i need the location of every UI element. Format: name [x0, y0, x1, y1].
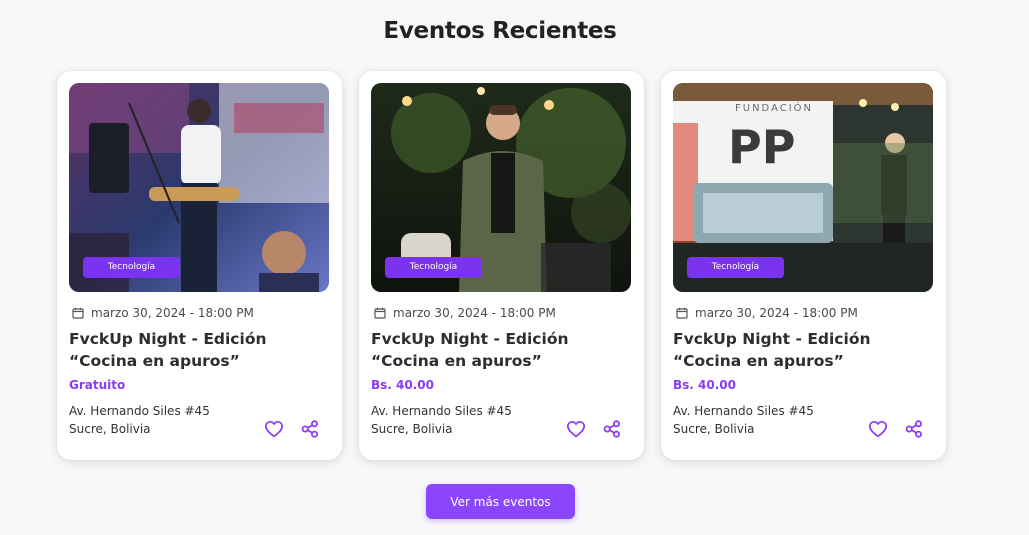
event-date: marzo 30, 2024 - 18:00 PM — [374, 306, 556, 320]
calendar-icon — [72, 307, 84, 319]
share-icon — [905, 420, 922, 438]
event-card[interactable]: Tecnología marzo 30, 2024 - 18:00 PM Fvc… — [57, 71, 342, 460]
event-card[interactable]: FUNDACIÓN PP Tecnología marzo 30, 2024 -… — [661, 71, 946, 460]
event-image[interactable]: Tecnología — [69, 83, 329, 292]
event-date-text: marzo 30, 2024 - 18:00 PM — [695, 306, 858, 320]
address-line-1: Av. Hernando Siles #45 — [673, 404, 814, 418]
event-date-text: marzo 30, 2024 - 18:00 PM — [393, 306, 556, 320]
share-button[interactable] — [904, 419, 924, 439]
event-title[interactable]: FvckUp Night - Edición “Cocina en apuros… — [673, 328, 935, 372]
event-title[interactable]: FvckUp Night - Edición “Cocina en apuros… — [69, 328, 331, 372]
event-cards-list: Tecnología marzo 30, 2024 - 18:00 PM Fvc… — [57, 71, 946, 460]
section-title: Eventos Recientes — [383, 18, 617, 44]
heart-icon — [868, 420, 888, 438]
event-card[interactable]: Tecnología marzo 30, 2024 - 18:00 PM Fvc… — [359, 71, 644, 460]
event-title[interactable]: FvckUp Night - Edición “Cocina en apuros… — [371, 328, 633, 372]
card-actions — [566, 419, 622, 439]
address-line-1: Av. Hernando Siles #45 — [371, 404, 512, 418]
event-image[interactable]: Tecnología — [371, 83, 631, 292]
favorite-button[interactable] — [264, 419, 284, 439]
share-button[interactable] — [300, 419, 320, 439]
event-date-text: marzo 30, 2024 - 18:00 PM — [91, 306, 254, 320]
address-line-1: Av. Hernando Siles #45 — [69, 404, 210, 418]
address-line-2: Sucre, Bolivia — [371, 422, 453, 436]
calendar-icon — [374, 307, 386, 319]
event-price: Gratuito — [69, 378, 126, 392]
image-sign-logo: PP — [728, 120, 795, 174]
event-address: Av. Hernando Siles #45 Sucre, Bolivia — [673, 402, 814, 438]
event-address: Av. Hernando Siles #45 Sucre, Bolivia — [371, 402, 512, 438]
card-actions — [868, 419, 924, 439]
address-line-2: Sucre, Bolivia — [673, 422, 755, 436]
share-icon — [301, 420, 318, 438]
recent-events-section: Eventos Recientes Tecnología marzo 30, 2… — [0, 0, 1029, 535]
card-actions — [264, 419, 320, 439]
event-price: Bs. 40.00 — [371, 378, 434, 392]
favorite-button[interactable] — [868, 419, 888, 439]
favorite-button[interactable] — [566, 419, 586, 439]
calendar-icon — [676, 307, 688, 319]
category-badge: Tecnología — [687, 257, 784, 278]
event-price: Bs. 40.00 — [673, 378, 736, 392]
heart-icon — [264, 420, 284, 438]
share-icon — [603, 420, 620, 438]
heart-icon — [566, 420, 586, 438]
view-more-events-button[interactable]: Ver más eventos — [426, 484, 575, 519]
event-image[interactable]: FUNDACIÓN PP Tecnología — [673, 83, 933, 292]
event-date: marzo 30, 2024 - 18:00 PM — [72, 306, 254, 320]
category-badge: Tecnología — [83, 257, 180, 278]
category-badge: Tecnología — [385, 257, 482, 278]
address-line-2: Sucre, Bolivia — [69, 422, 151, 436]
share-button[interactable] — [602, 419, 622, 439]
event-address: Av. Hernando Siles #45 Sucre, Bolivia — [69, 402, 210, 438]
image-sign-top: FUNDACIÓN — [735, 101, 813, 114]
event-date: marzo 30, 2024 - 18:00 PM — [676, 306, 858, 320]
